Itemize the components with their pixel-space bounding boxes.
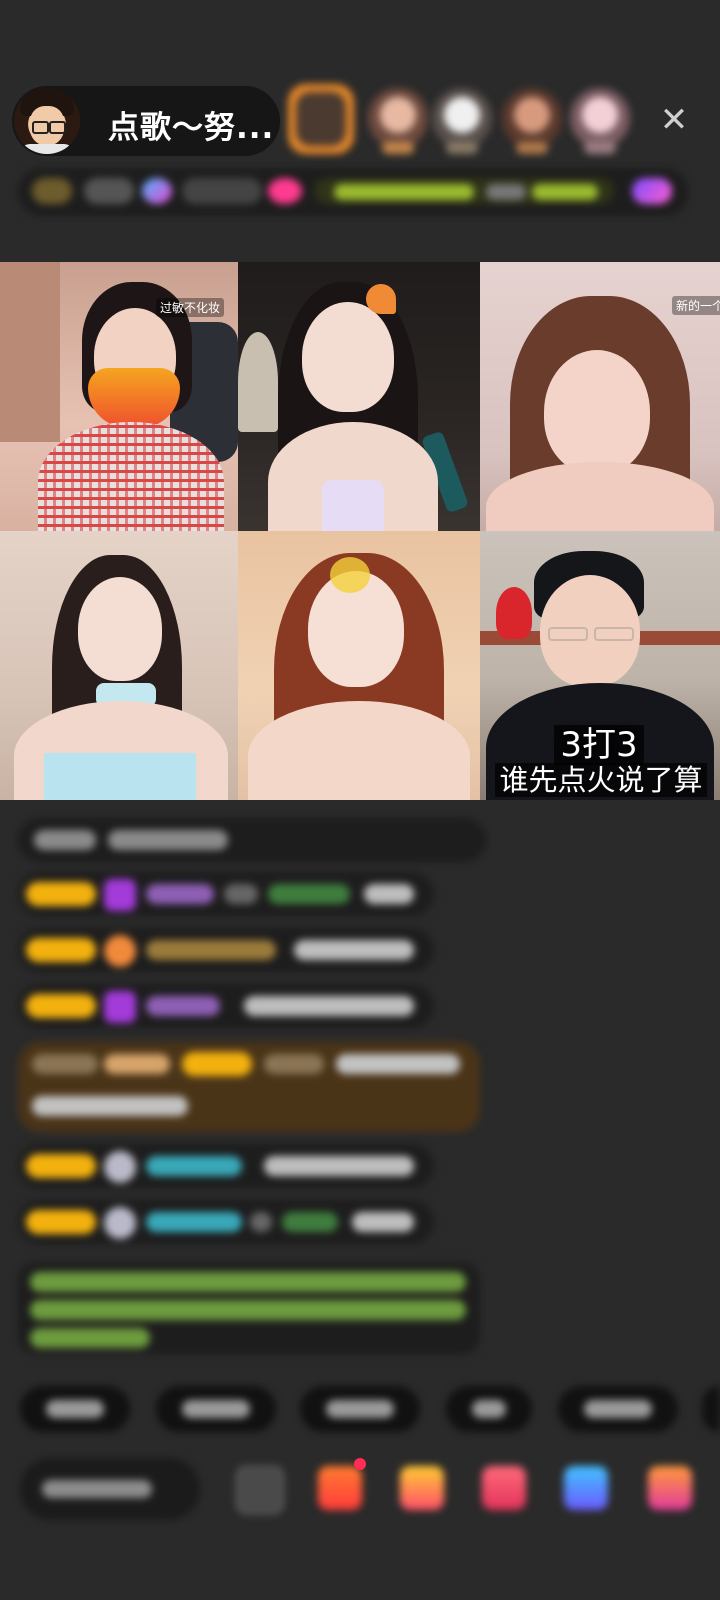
gift-icon[interactable]	[318, 1466, 362, 1510]
chat-message	[18, 984, 434, 1028]
chat-message-list[interactable]	[0, 808, 720, 1368]
comment-input[interactable]	[20, 1458, 200, 1520]
guest-video-3[interactable]: 新的一个月	[480, 262, 720, 531]
heart-icon	[104, 935, 136, 967]
room-info-strip[interactable]	[18, 168, 688, 216]
guest-video-1[interactable]: 过敏不化妆	[0, 262, 238, 531]
chat-message	[18, 872, 434, 916]
chat-message-highlighted	[18, 1042, 480, 1132]
heart-icon	[104, 1207, 136, 1239]
quick-reply-chip[interactable]	[702, 1386, 720, 1432]
chat-message	[18, 818, 486, 862]
notification-dot	[354, 1458, 366, 1470]
gift-heart-icon[interactable]	[482, 1466, 526, 1510]
game-icon[interactable]	[564, 1466, 608, 1510]
guest-video-2[interactable]	[238, 262, 480, 531]
close-icon[interactable]: ✕	[656, 102, 692, 138]
guest-tag: 过敏不化妆	[156, 298, 225, 317]
heart-icon	[104, 879, 136, 911]
host-info-pill[interactable]: 点歌～努...	[12, 86, 280, 156]
guest-video-6[interactable]: 3打3 谁先点火说了算	[480, 531, 720, 800]
guest-tag: 新的一个月	[672, 296, 720, 315]
multi-guest-video-grid: 过敏不化妆 新的一个月	[0, 262, 720, 800]
chat-message	[18, 1144, 434, 1188]
quick-reply-chip[interactable]	[156, 1386, 276, 1432]
heart-icon	[104, 991, 136, 1023]
viewer-avatar-5[interactable]	[570, 88, 630, 154]
host-avatar[interactable]	[14, 88, 80, 154]
viewer-avatar-4[interactable]	[502, 88, 562, 154]
viewer-avatar-2[interactable]	[368, 88, 428, 154]
quick-reply-chip[interactable]	[20, 1386, 130, 1432]
quick-reply-chip[interactable]	[446, 1386, 532, 1432]
more-gifts-icon[interactable]	[648, 1466, 692, 1510]
emoji-icon[interactable]	[236, 1466, 284, 1514]
quick-reply-chip[interactable]	[558, 1386, 678, 1432]
chat-message	[18, 928, 434, 972]
host-room-title: 点歌～努...	[108, 110, 275, 146]
system-notice	[18, 1262, 480, 1354]
viewer-avatar-3[interactable]	[432, 88, 492, 154]
quick-reply-chip[interactable]	[300, 1386, 420, 1432]
gift-box-icon[interactable]	[400, 1466, 444, 1510]
guest-video-5[interactable]	[238, 531, 480, 800]
pk-overlay-subtitle: 谁先点火说了算	[480, 757, 720, 799]
chat-message	[18, 1200, 434, 1244]
guest-video-4[interactable]	[0, 531, 238, 800]
heart-icon	[104, 1151, 136, 1183]
viewer-avatar-1[interactable]	[288, 84, 354, 154]
